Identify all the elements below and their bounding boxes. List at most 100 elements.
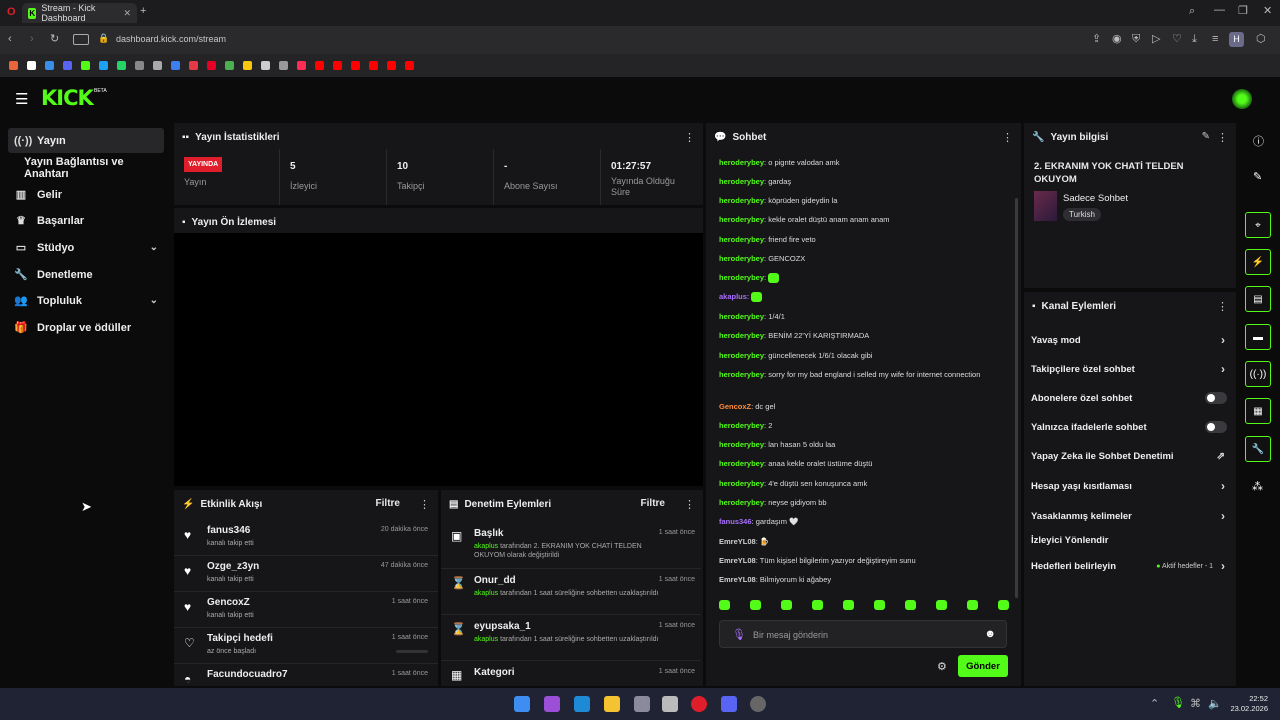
emote-icon[interactable] (843, 600, 854, 610)
back-icon[interactable]: ‹ (8, 34, 12, 45)
vscode-icon[interactable] (574, 696, 590, 712)
chat-scrollbar[interactable] (1015, 198, 1018, 598)
sidebar-item-gelir[interactable]: ▥ Gelir (8, 182, 164, 207)
emote-icon[interactable] (719, 600, 730, 610)
start-menu-icon[interactable] (514, 696, 530, 712)
bookmark-7-icon[interactable] (171, 61, 180, 70)
close-tab-icon[interactable]: ✕ (123, 8, 131, 19)
bookmark-13-icon[interactable] (297, 61, 306, 70)
visual-studio-icon[interactable] (544, 696, 560, 712)
bookmark-9-icon[interactable] (225, 61, 234, 70)
subscribers-only-toggle[interactable] (1205, 392, 1227, 404)
action-account-age[interactable]: Hesap yaşı kısıtlaması › (1031, 476, 1229, 496)
action-slow-mode[interactable]: Yavaş mod › (1031, 330, 1229, 350)
url-text[interactable]: dashboard.kick.com/stream (116, 34, 226, 44)
taskbar-clock[interactable]: 22:52 23.02.2026 (1226, 694, 1268, 714)
chat-username[interactable]: heroderybey (719, 370, 764, 379)
quick-action-mod-tools[interactable]: 🔧 (1245, 436, 1271, 462)
quick-action-poll[interactable]: ▤ (1245, 286, 1271, 312)
bookmark-youtube-4-icon[interactable] (369, 61, 378, 70)
share-icon[interactable]: ⇪ (1092, 34, 1101, 45)
emote-icon[interactable] (998, 600, 1009, 610)
chat-settings-icon[interactable]: ⚙ (937, 660, 947, 673)
language-tag[interactable]: Turkish (1063, 208, 1101, 221)
edit-icon[interactable]: ✎ (1202, 131, 1210, 142)
action-subscribers-only[interactable]: Abonelere özel sohbet (1031, 388, 1229, 408)
emote-icon[interactable] (750, 600, 761, 610)
microphone-tray-icon[interactable]: 🎙 (1171, 698, 1185, 709)
emote-icon[interactable] (967, 600, 978, 610)
emote-icon[interactable] (812, 600, 823, 610)
chat-username[interactable]: heroderybey (719, 440, 764, 449)
bookmark-12-icon[interactable] (279, 61, 288, 70)
browser-tab[interactable]: K Stream - Kick Dashboard ✕ (22, 3, 137, 23)
bookmark-6-icon[interactable] (153, 61, 162, 70)
category-name[interactable]: Sadece Sohbet (1063, 193, 1128, 204)
chat-input-box[interactable]: 🎙 Bir mesaj gönderin ☻ (719, 620, 1007, 648)
quick-action-raid[interactable]: ⚡ (1245, 249, 1271, 275)
bookmark-2-icon[interactable] (45, 61, 54, 70)
chat-username[interactable]: heroderybey (719, 459, 764, 468)
search-tabs-icon[interactable]: ⌕ (1189, 6, 1195, 17)
quick-action-clip[interactable]: ⌖ (1245, 212, 1271, 238)
reload-icon[interactable]: ↻ (50, 34, 59, 45)
chat-username[interactable]: EmreYL08 (719, 575, 756, 584)
chat-username[interactable]: GencoxZ (719, 402, 751, 411)
close-window-icon[interactable]: ✕ (1263, 6, 1272, 17)
settings-app-icon[interactable] (634, 696, 650, 712)
bookmark-x-icon[interactable] (27, 61, 36, 70)
filter-button[interactable]: Filtre (641, 498, 665, 509)
quick-action-clear-chat[interactable]: ▦ (1245, 398, 1271, 424)
chat-username[interactable]: heroderybey (719, 235, 764, 244)
maximize-icon[interactable]: ❐ (1238, 6, 1248, 17)
bookmark-youtube-3-icon[interactable] (351, 61, 360, 70)
forward-icon[interactable]: › (30, 34, 34, 45)
bookmark-youtube-5-icon[interactable] (387, 61, 396, 70)
chat-username[interactable]: heroderybey (719, 177, 764, 186)
chat-username[interactable]: heroderybey (719, 498, 764, 507)
bookmark-youtube-2-icon[interactable] (333, 61, 342, 70)
bookmark-discord-icon[interactable] (63, 61, 72, 70)
chat-username[interactable]: EmreYL08 (719, 556, 756, 565)
chat-username[interactable]: akaplus (719, 292, 747, 301)
opera-icon[interactable]: O (7, 7, 16, 18)
share-icon[interactable]: ⁂ (1252, 480, 1263, 493)
bookmark-youtube-1-icon[interactable] (315, 61, 324, 70)
sidebar-item-denetleme[interactable]: 🔧 Denetleme (8, 262, 164, 287)
kick-logo[interactable]: KICK (41, 86, 94, 110)
obs-taskbar-icon[interactable] (750, 696, 766, 712)
bookmark-kick-icon[interactable] (81, 61, 90, 70)
volume-icon[interactable]: 🔈 (1208, 699, 1222, 710)
emote-icon[interactable] (905, 600, 916, 610)
chat-username[interactable]: heroderybey (719, 215, 764, 224)
sidebar-item-stream-key[interactable]: Yayın Bağlantısı ve Anahtarı (8, 155, 164, 180)
sidebar-item-studyo[interactable]: ▭ Stüdyo ⌄ (8, 235, 164, 260)
bookmark-1-icon[interactable] (9, 61, 18, 70)
sidebar-item-yayin[interactable]: ((·)) Yayın (8, 128, 164, 153)
extensions-icon[interactable]: ⬡ (1256, 34, 1266, 45)
bookmark-10-icon[interactable] (243, 61, 252, 70)
chat-username[interactable]: heroderybey (719, 158, 764, 167)
chat-username[interactable]: heroderybey (719, 273, 764, 282)
quick-action-chat[interactable]: ▬ (1245, 324, 1271, 350)
download-icon[interactable]: ⤓ (1192, 34, 1197, 45)
more-options-icon[interactable]: ⋮ (684, 498, 695, 511)
new-tab-icon[interactable]: + (140, 6, 146, 17)
edit-icon[interactable]: ✎ (1253, 170, 1262, 183)
emoji-icon[interactable]: ☻ (984, 628, 996, 640)
info-icon[interactable]: ⓘ (1253, 133, 1264, 149)
tab-badge-icon[interactable] (73, 34, 89, 45)
chat-username[interactable]: heroderybey (719, 254, 764, 263)
more-options-icon[interactable]: ⋮ (684, 131, 695, 144)
bookmark-pinterest-icon[interactable] (207, 61, 216, 70)
hamburger-menu-icon[interactable]: ☰ (15, 92, 28, 107)
tray-chevron-icon[interactable]: ⌃ (1150, 699, 1159, 710)
more-options-icon[interactable]: ⋮ (419, 498, 430, 511)
more-options-icon[interactable]: ⋮ (1217, 300, 1228, 313)
opera-taskbar-icon[interactable] (691, 696, 707, 712)
chat-username[interactable]: heroderybey (719, 196, 764, 205)
heart-icon[interactable]: ♡ (1172, 34, 1182, 45)
action-banned-words[interactable]: Yasaklanmış kelimeler › (1031, 506, 1229, 526)
chat-username[interactable]: heroderybey (719, 312, 764, 321)
minimize-icon[interactable]: — (1214, 5, 1225, 16)
